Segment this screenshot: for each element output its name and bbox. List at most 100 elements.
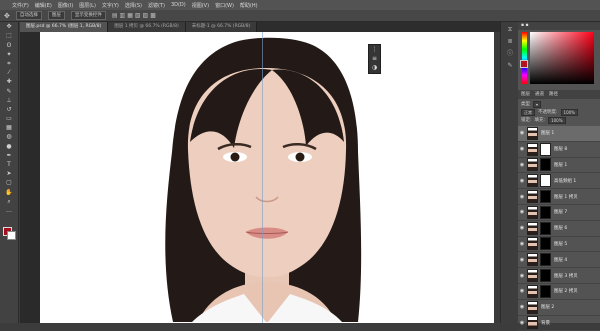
tab-paths[interactable]: 路径 [549, 90, 558, 99]
path-select-icon[interactable]: ➤ [4, 170, 14, 178]
tab-document-2[interactable]: 图层 1 拷贝 @ 66.7% (RGB/8) [108, 22, 186, 32]
menu-image[interactable]: 图像(I) [58, 2, 73, 9]
layer-thumbnail [527, 158, 538, 172]
blur-icon[interactable]: ◍ [4, 133, 14, 141]
move-icon[interactable]: ✥ [4, 12, 10, 20]
layer-mask-thumbnail [540, 237, 551, 251]
visibility-eye-icon[interactable]: ◉ [518, 162, 526, 168]
visibility-eye-icon[interactable]: ◉ [518, 241, 526, 247]
layer-name: 图层 3 拷贝 [554, 273, 578, 279]
right-panel: ▪ ▪ 图层 通道 路径 类型 ▾ 正常 不透明度: 100% 锁定: 填充: … [518, 22, 600, 331]
tab-document-3[interactable]: 未标题-1 @ 66.7% (RGB/8) [185, 22, 258, 32]
color-picker-field[interactable] [530, 32, 594, 84]
opacity-input[interactable]: 100% [560, 108, 578, 116]
tab-layers[interactable]: 图层 [521, 90, 530, 99]
layer-row[interactable]: ◉ 图层 5 [518, 237, 600, 253]
layer-row[interactable]: ◉ 图层 3 拷贝 [518, 268, 600, 284]
document-tabs: 图层.psd @ 66.7% (图层 1, RGB/8) 图层 1 拷贝 @ 6… [20, 22, 500, 32]
layer-row[interactable]: ◉ 图层 7 [518, 205, 600, 221]
gradient-icon[interactable]: ▦ [4, 124, 14, 132]
portrait-image [165, 37, 362, 323]
visibility-eye-icon[interactable]: ◉ [518, 225, 526, 231]
healing-icon[interactable]: ✚ [4, 78, 14, 86]
grip-icon[interactable]: ⋮ [369, 45, 380, 54]
visibility-eye-icon[interactable]: ◉ [518, 130, 526, 136]
layer-row[interactable]: ◉ 图层 1 [518, 158, 600, 174]
adjust-icon[interactable]: ≡ [369, 54, 380, 63]
menu-type[interactable]: 文字(Y) [102, 2, 119, 9]
layer-thumbnail [527, 284, 538, 298]
layer-row[interactable]: ◉ 图层 4 [518, 252, 600, 269]
lasso-icon[interactable]: ʘ [4, 42, 14, 50]
visibility-eye-icon[interactable]: ◉ [518, 273, 526, 279]
visibility-eye-icon[interactable]: ◉ [518, 209, 526, 215]
move-icon[interactable]: ✥ [4, 23, 14, 31]
auto-select-checkbox[interactable]: 自动选择 [15, 11, 42, 20]
menu-filter[interactable]: 滤镜(T) [148, 2, 165, 9]
layer-row[interactable]: ◉ 图层 1 [518, 126, 600, 142]
type-icon[interactable]: T [4, 161, 14, 169]
filter-dropdown[interactable]: ▾ [533, 100, 542, 108]
visibility-eye-icon[interactable]: ◉ [518, 178, 526, 184]
layer-row[interactable]: ◉ 图层 8 [518, 142, 600, 158]
shape-icon[interactable]: ▢ [4, 179, 14, 187]
layer-row[interactable]: ◉ 背景 [518, 316, 600, 331]
layer-name: 图层 1 拷贝 [554, 194, 578, 200]
tab-channels[interactable]: 通道 [535, 90, 544, 99]
align-icons[interactable]: ▤▥▦▧▨▩ [112, 12, 158, 19]
history-brush-icon[interactable]: ↺ [4, 106, 14, 114]
marquee-icon[interactable]: ⬚ [4, 32, 14, 40]
menu-edit[interactable]: 编辑(E) [35, 2, 52, 9]
visibility-eye-icon[interactable]: ◉ [518, 304, 526, 310]
menu-file[interactable]: 文件(F) [12, 2, 29, 9]
layer-thumbnail [527, 221, 538, 235]
layer-row[interactable]: ◉ 图层 6 [518, 221, 600, 237]
more-tools-icon[interactable]: … [4, 207, 14, 215]
tools-panel: ✥ ⬚ ʘ ✦ ⌗ ⁄ ✚ ✎ ⊥ ↺ ▭ ▦ ◍ ● ✒ T ➤ ▢ ✋ ⌕ … [0, 22, 19, 323]
layer-dropdown[interactable]: 图层 [47, 11, 65, 20]
tab-document-1[interactable]: 图层.psd @ 66.7% (图层 1, RGB/8) [20, 22, 109, 32]
magic-wand-icon[interactable]: ✦ [4, 51, 14, 59]
layer-mask-thumbnail [540, 284, 551, 298]
properties-icon[interactable]: ≣ [505, 38, 515, 46]
history-icon[interactable]: ⧖ [505, 26, 515, 34]
visibility-eye-icon[interactable]: ◉ [518, 257, 526, 263]
circle-half-icon[interactable]: ◑ [369, 63, 380, 72]
eraser-icon[interactable]: ▭ [4, 115, 14, 123]
current-color-swatch[interactable] [520, 60, 528, 68]
layer-row[interactable]: ◉ 图层 1 拷贝 [518, 189, 600, 205]
zoom-icon[interactable]: ⌕ [4, 198, 14, 206]
menu-help[interactable]: 帮助(H) [240, 2, 258, 9]
brush-icon[interactable]: ✎ [4, 88, 14, 96]
hand-icon[interactable]: ✋ [4, 189, 14, 197]
blend-mode-select[interactable]: 正常 [521, 108, 535, 116]
layer-row[interactable]: ◉ 图层 2 [518, 300, 600, 316]
visibility-eye-icon[interactable]: ◉ [518, 288, 526, 294]
layer-mask-thumbnail [540, 142, 551, 156]
center-guide-line [262, 32, 263, 323]
dodge-icon[interactable]: ● [4, 143, 14, 151]
pen-icon[interactable]: ✒ [4, 152, 14, 160]
fill-input[interactable]: 100% [548, 116, 566, 124]
clone-stamp-icon[interactable]: ⊥ [4, 97, 14, 105]
show-transform-checkbox[interactable]: 显示变换控件 [70, 11, 106, 20]
layer-name: 图层 5 [554, 241, 568, 247]
crop-icon[interactable]: ⌗ [4, 60, 14, 68]
layer-name: 图层 2 拷贝 [554, 289, 578, 295]
brush-settings-icon[interactable]: ✎ [505, 62, 515, 70]
menu-select[interactable]: 选择(S) [125, 2, 142, 9]
eyedropper-icon[interactable]: ⁄ [4, 69, 14, 77]
menu-view[interactable]: 视图(V) [192, 2, 209, 9]
layer-mask-thumbnail [540, 253, 551, 267]
visibility-eye-icon[interactable]: ◉ [518, 146, 526, 152]
info-icon[interactable]: ⓘ [505, 50, 515, 58]
background-color-swatch[interactable] [7, 231, 16, 240]
visibility-eye-icon[interactable]: ◉ [518, 194, 526, 200]
layer-row[interactable]: ◉ 高低频组 1 [518, 173, 600, 190]
document-canvas[interactable] [40, 32, 494, 323]
hue-slider[interactable] [522, 32, 527, 84]
layer-row[interactable]: ◉ 图层 2 拷贝 [518, 284, 600, 300]
menu-3d[interactable]: 3D(D) [171, 2, 186, 8]
menu-layer[interactable]: 图层(L) [79, 2, 96, 9]
menu-window[interactable]: 窗口(W) [215, 2, 234, 9]
